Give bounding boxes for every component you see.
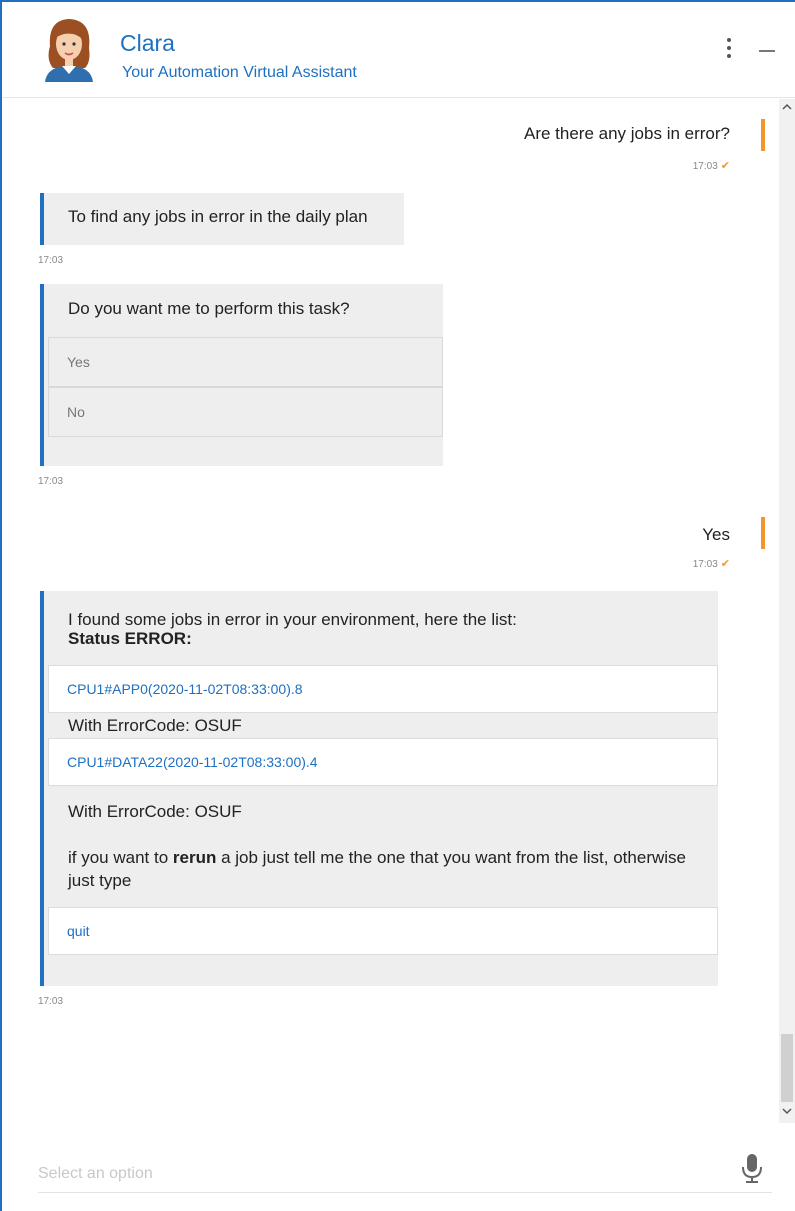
message-time: 17:03 ✔	[693, 159, 730, 172]
message-timestamp: 17:03	[692, 161, 718, 172]
message-timestamp: 17:03	[38, 255, 64, 266]
option-no[interactable]: No	[48, 387, 443, 437]
job-link[interactable]: CPU1#APP0(2020-11-02T08:33:00).8	[48, 665, 718, 713]
chat-header: Clara Your Automation Virtual Assistant	[2, 2, 795, 98]
assistant-name: Clara	[120, 30, 175, 56]
chat-window: Clara Your Automation Virtual Assistant …	[0, 0, 795, 1211]
chat-scrollbar[interactable]	[779, 99, 795, 1123]
rerun-instructions: if you want to rerun a job just tell me …	[68, 846, 688, 892]
message-input[interactable]	[38, 1159, 728, 1189]
input-area	[2, 1142, 795, 1211]
user-message: Yes	[702, 525, 730, 544]
rerun-text-prefix: if you want to	[68, 848, 173, 867]
rerun-keyword: rerun	[172, 848, 217, 867]
quit-option[interactable]: quit	[48, 907, 718, 955]
status-error-label: Status ERROR:	[68, 629, 192, 648]
job-error-code: With ErrorCode: OSUF	[68, 716, 242, 735]
message-time: 17:03 ✔	[693, 557, 730, 570]
message-timestamp: 17:03	[38, 996, 64, 1007]
more-vertical-icon[interactable]	[722, 38, 736, 66]
option-yes[interactable]: Yes	[48, 337, 443, 387]
user-message-bar	[761, 119, 765, 151]
bot-question-text: Do you want me to perform this task?	[68, 299, 350, 318]
bot-message: To find any jobs in error in the daily p…	[40, 193, 404, 245]
scroll-thumb[interactable]	[781, 1034, 793, 1102]
result-intro: I found some jobs in error in your envir…	[68, 610, 517, 629]
scroll-down-icon[interactable]	[779, 1103, 795, 1119]
scroll-up-icon[interactable]	[779, 99, 795, 115]
bot-message-text: To find any jobs in error in the daily p…	[68, 207, 368, 226]
input-underline	[38, 1192, 772, 1193]
chat-messages: Are there any jobs in error? 17:03 ✔ To f…	[2, 99, 778, 1119]
user-message: Are there any jobs in error?	[524, 124, 730, 143]
message-timestamp: 17:03	[692, 559, 718, 570]
checkmark-icon: ✔	[720, 558, 730, 570]
job-error-code: With ErrorCode: OSUF	[68, 802, 242, 821]
job-link[interactable]: CPU1#DATA22(2020-11-02T08:33:00).4	[48, 738, 718, 786]
message-timestamp: 17:03	[38, 476, 64, 487]
user-message-bar	[761, 517, 765, 549]
microphone-icon[interactable]	[740, 1152, 764, 1184]
checkmark-icon: ✔	[720, 160, 730, 172]
assistant-subtitle: Your Automation Virtual Assistant	[122, 64, 357, 81]
minimize-icon[interactable]	[759, 50, 775, 52]
avatar	[45, 19, 93, 82]
